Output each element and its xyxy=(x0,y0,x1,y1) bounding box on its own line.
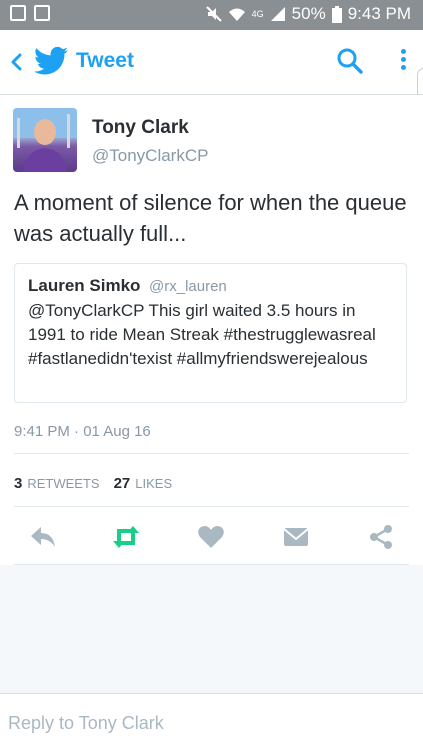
retweets-label: RETWEETS xyxy=(27,476,100,491)
clock: 9:43 PM xyxy=(347,4,411,23)
like-icon[interactable] xyxy=(196,523,226,551)
battery-percent: 50% xyxy=(291,4,326,23)
search-icon[interactable] xyxy=(336,47,364,75)
network-type: 4G xyxy=(251,9,264,19)
author-handle[interactable]: @TonyClarkCP xyxy=(92,146,208,166)
twitter-bird-icon xyxy=(34,46,68,75)
gallery-notification-icon xyxy=(10,5,26,21)
engagement-stats: 3 RETWEETS 27 LIKES xyxy=(14,475,172,492)
quoted-author-name: Lauren Simko xyxy=(28,276,141,295)
wifi-icon xyxy=(228,8,245,21)
tweet-card: Tony Clark @TonyClarkCP A moment of sile… xyxy=(0,95,423,565)
reply-bar xyxy=(0,693,423,751)
image-notification-icon xyxy=(34,5,50,21)
back-chevron-icon[interactable] xyxy=(8,48,28,76)
status-bar: 4G 50% 9:43 PM xyxy=(0,0,423,30)
quoted-tweet[interactable]: Lauren Simko @rx_lauren @TonyClarkCP Thi… xyxy=(14,263,407,403)
divider xyxy=(14,564,409,565)
retweets-stat[interactable]: 3 RETWEETS xyxy=(14,475,100,492)
share-icon[interactable] xyxy=(366,523,396,551)
tweet-text: A moment of silence for when the queue w… xyxy=(14,190,407,246)
reply-input[interactable] xyxy=(6,712,410,735)
quoted-tweet-text: @TonyClarkCP This girl waited 3.5 hours … xyxy=(28,301,376,368)
retweet-icon[interactable] xyxy=(111,523,141,551)
signal-icon xyxy=(270,7,285,21)
tweet-timestamp: 9:41 PM · 01 Aug 16 xyxy=(14,423,151,440)
divider xyxy=(14,453,409,454)
app-bar: Tweet xyxy=(0,30,423,95)
author-name[interactable]: Tony Clark xyxy=(92,117,189,139)
avatar[interactable] xyxy=(13,108,77,172)
reply-icon[interactable] xyxy=(28,523,58,551)
retweets-count: 3 xyxy=(14,475,23,492)
likes-stat[interactable]: 27 LIKES xyxy=(114,475,173,492)
divider xyxy=(14,506,409,507)
likes-count: 27 xyxy=(113,475,131,492)
quoted-author-handle: @rx_lauren xyxy=(149,278,227,295)
page-title: Tweet xyxy=(76,49,134,72)
more-options-icon[interactable] xyxy=(398,46,408,78)
mute-icon xyxy=(205,6,222,22)
likes-label: LIKES xyxy=(135,476,173,491)
battery-icon xyxy=(331,5,342,23)
tweet-actions xyxy=(0,523,423,551)
message-icon[interactable] xyxy=(281,523,311,551)
